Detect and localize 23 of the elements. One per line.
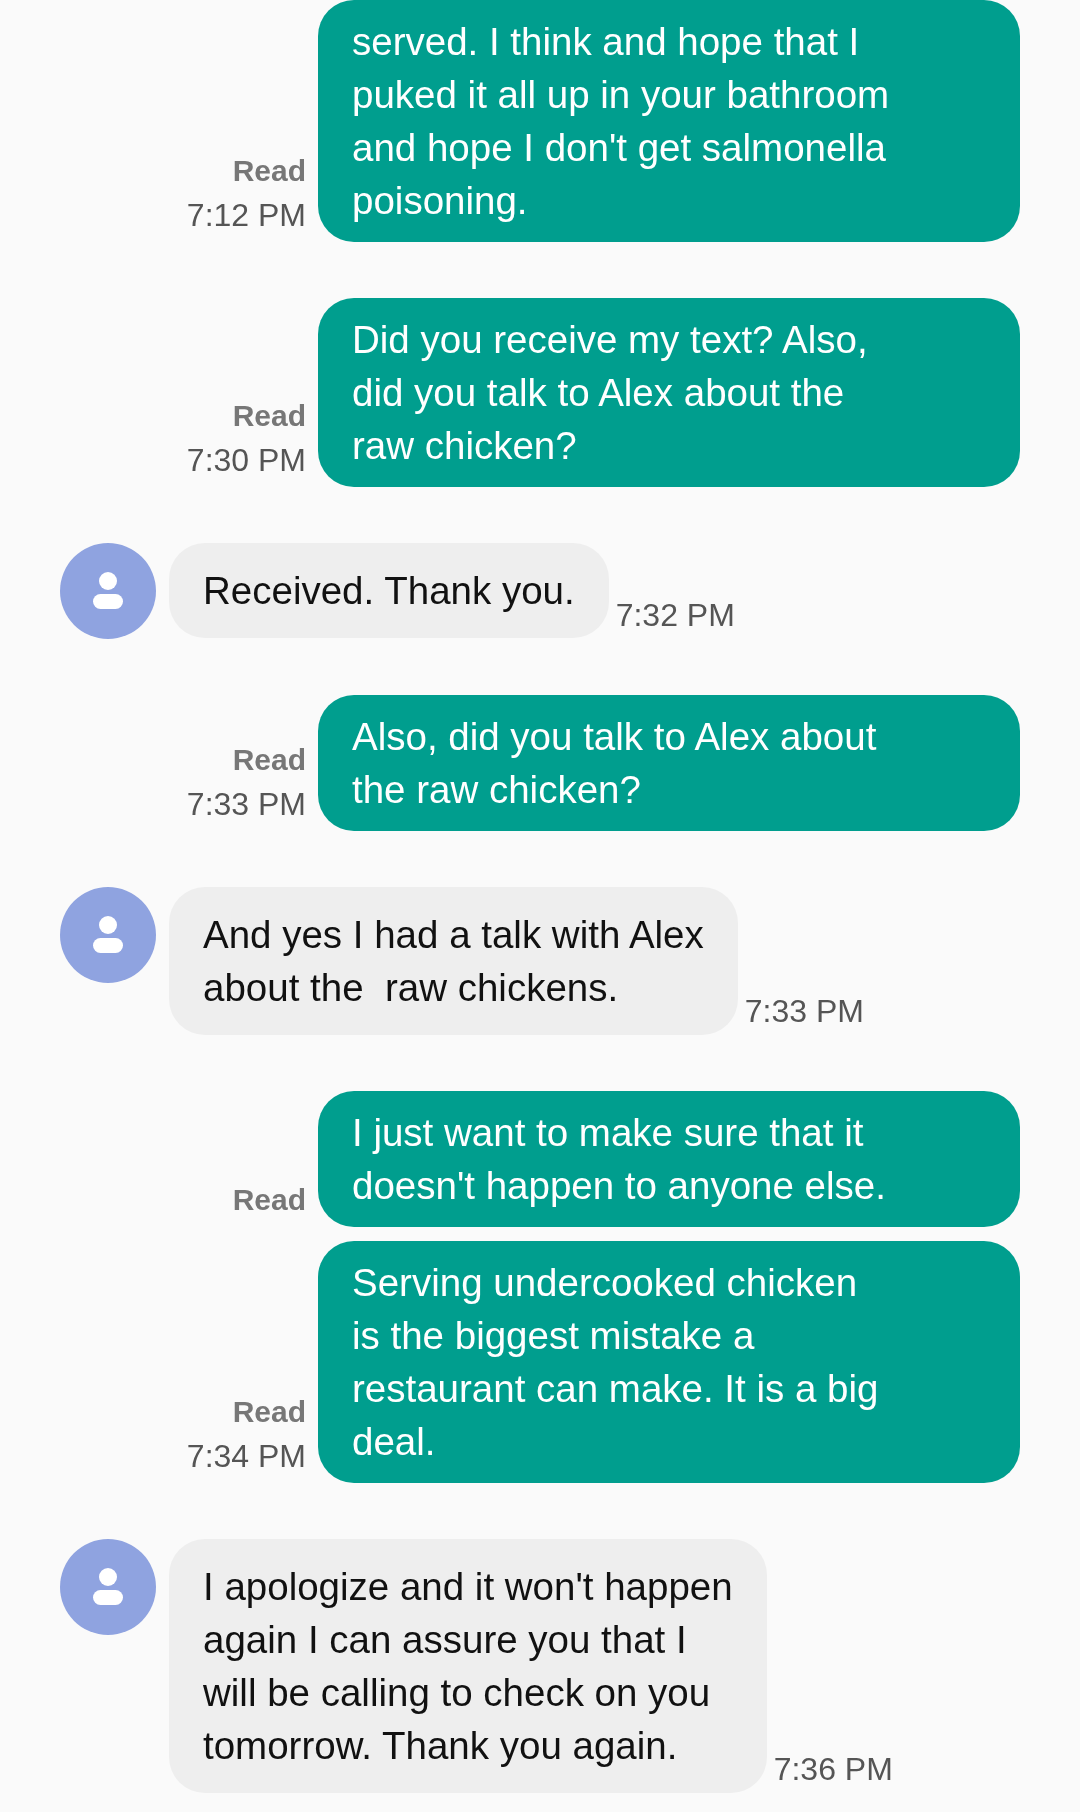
- avatar-icon: [60, 543, 156, 639]
- message-bubble: served. I think and hope that I puked it all up in your bathroom and hope I don't get salmonella poisoning.: [318, 0, 1020, 242]
- avatar-icon: [60, 887, 156, 983]
- timestamp: 7:36 PM: [773, 1750, 893, 1789]
- timestamp: 7:32 PM: [615, 596, 735, 635]
- read-receipt: Read: [232, 1394, 306, 1430]
- timestamp: 7:33 PM: [744, 992, 864, 1031]
- timestamp: 7:12 PM: [186, 196, 306, 235]
- read-receipt: Read: [232, 1182, 306, 1218]
- message-bubble: I just want to make sure that it doesn't happen to anyone else.: [318, 1091, 1020, 1227]
- timestamp: 7:30 PM: [186, 441, 306, 480]
- read-receipt: Read: [232, 153, 306, 189]
- message-bubble: Did you receive my text? Also, did you talk to Alex about the raw chicken?: [318, 298, 1020, 487]
- message-bubble: And yes I had a talk with Alex about the raw chickens.: [169, 887, 738, 1035]
- message-bubble: Received. Thank you.: [169, 543, 609, 638]
- read-receipt: Read: [232, 398, 306, 434]
- message-bubble: Also, did you talk to Alex about the raw chicken?: [318, 695, 1020, 831]
- message-bubble: I apologize and it won't happen again I can assure you that I will be calling to check on you tomorrow. Thank you again.: [169, 1539, 767, 1793]
- timestamp: 7:34 PM: [186, 1437, 306, 1476]
- timestamp: 7:33 PM: [186, 785, 306, 824]
- read-receipt: Read: [232, 742, 306, 778]
- avatar-icon: [60, 1539, 156, 1635]
- message-bubble: Serving undercooked chicken is the biggest mistake a restaurant can make. It is a big deal.: [318, 1241, 1020, 1483]
